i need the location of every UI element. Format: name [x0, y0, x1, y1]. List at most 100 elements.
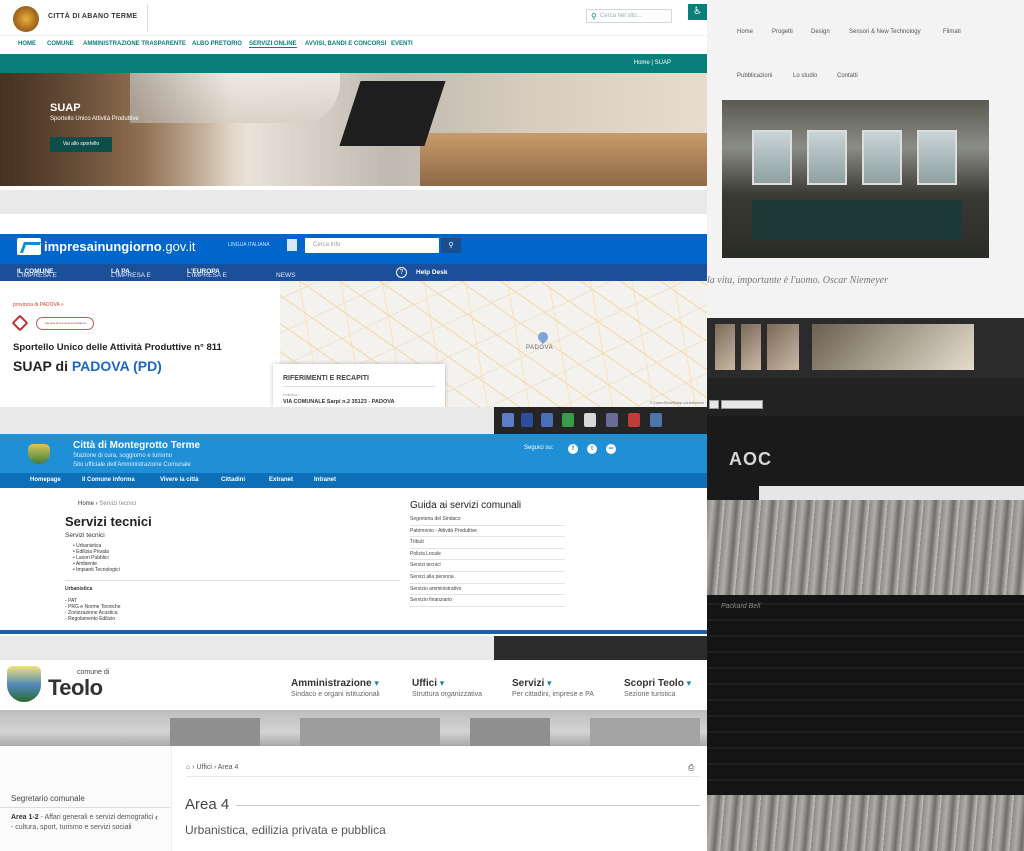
- guide-item[interactable]: Servizi tecnici: [410, 560, 565, 572]
- help-icon[interactable]: ?: [396, 267, 407, 278]
- list-item[interactable]: Impianti Tecnologici: [73, 567, 120, 573]
- services-list: Urbanistica Edilizia Privata Lavori Pubb…: [73, 543, 120, 573]
- language-selector[interactable]: LINGUA ITALIANA: [228, 242, 270, 248]
- guide-item[interactable]: Servizio amministrativo: [410, 584, 565, 596]
- panel-gap: [494, 636, 707, 660]
- menu-amministrazione[interactable]: Amministrazione ▾ Sindaco e organi istit…: [291, 678, 380, 698]
- help-desk-link[interactable]: Help Desk: [416, 269, 447, 276]
- search-input[interactable]: ⚲ Cerca nel sito...: [586, 9, 672, 23]
- suap-heading: Sportello Unico delle Attività Produttiv…: [13, 342, 222, 353]
- search-placeholder: Cerca info: [313, 242, 341, 248]
- divider: [147, 4, 148, 32]
- app-icon[interactable]: [502, 413, 514, 427]
- app-icon[interactable]: [541, 413, 553, 427]
- search-placeholder: Cerca nel sito...: [600, 13, 642, 19]
- panel-gap: [0, 190, 707, 214]
- nav-eventi[interactable]: EVENTI: [391, 41, 413, 47]
- app-icon[interactable]: [521, 413, 533, 427]
- search-icon: ⚲: [591, 12, 597, 21]
- app-icon[interactable]: [584, 413, 596, 427]
- home-icon[interactable]: ⌂: [186, 764, 190, 771]
- map-copyright[interactable]: © OpenStreetMap contributors: [650, 400, 704, 405]
- menu-scopri-teolo[interactable]: Scopri Teolo ▾ Sezione turistica: [624, 678, 691, 698]
- breadcrumb-bar: Home | SUAP: [0, 54, 707, 73]
- accessibility-icon[interactable]: ♿: [688, 4, 707, 20]
- chamber-logo: Camera di Commercio Padova: [36, 317, 94, 330]
- nav-home[interactable]: HOME: [18, 41, 36, 47]
- site-subtagline: Sito ufficiale dell'Amministrazione Comu…: [73, 462, 191, 468]
- nav-impresa-comune[interactable]: L'IMPRESA E IL COMUNE: [17, 268, 57, 279]
- panel-gap: [0, 636, 494, 660]
- bg-nav-item: Progetti: [772, 29, 793, 35]
- app-icon[interactable]: [628, 413, 640, 427]
- crest-icon[interactable]: [28, 444, 50, 464]
- guide-item[interactable]: Patrimonio - Attività Produttive: [410, 526, 565, 538]
- bg-thumbnails: [707, 318, 1024, 378]
- flickr-icon[interactable]: ••: [606, 444, 616, 454]
- crest-icon[interactable]: [13, 6, 39, 32]
- nav-intranet[interactable]: Intranet: [314, 477, 336, 483]
- sidebar-item-area-1-2[interactable]: Area 1-2 - Affari generali e servizi dem…: [11, 813, 156, 833]
- menu-uffici[interactable]: Uffici ▾ Struttura organizzativa: [412, 678, 482, 698]
- breadcrumb[interactable]: Home | SUAP: [634, 60, 671, 66]
- nav-vivere-citta[interactable]: Vivere la città: [160, 477, 199, 483]
- nav-extranet[interactable]: Extranet: [269, 477, 293, 483]
- app-icon[interactable]: [606, 413, 618, 427]
- nav-comune[interactable]: COMUNE: [47, 41, 74, 47]
- bg-quote: la vita, importante è l'uomo. Oscar Niem…: [707, 275, 888, 286]
- chevron-down-icon: ▾: [439, 678, 445, 688]
- contacts-card-title: RIFERIMENTI E RECAPITI: [283, 375, 369, 382]
- print-icon[interactable]: ⎙: [688, 763, 694, 773]
- nav-servizi-online[interactable]: SERVIZI ONLINE: [249, 41, 297, 48]
- app-icon[interactable]: [650, 413, 662, 427]
- menu-servizi[interactable]: Servizi ▾ Per cittadini, imprese e PA: [512, 678, 594, 698]
- bg-nav-item: Pubblicazioni: [737, 73, 773, 79]
- nav-impresa-pa[interactable]: L'IMPRESA E LA PA: [111, 268, 151, 279]
- province-link[interactable]: provincia di PADOVA »: [13, 302, 64, 308]
- breadcrumb-uffici[interactable]: Uffici: [196, 764, 211, 771]
- page-title: Area 4: [185, 796, 230, 813]
- search-button[interactable]: ⚲: [441, 238, 461, 253]
- facebook-icon[interactable]: f: [568, 444, 578, 454]
- nav-comune-informa[interactable]: Il Comune informa: [82, 477, 135, 483]
- list-item[interactable]: Regolamento Edilizio: [65, 616, 121, 622]
- suap-city-heading: SUAP di PADOVA (PD): [13, 358, 162, 374]
- nav-cittadini[interactable]: Cittadini: [221, 477, 245, 483]
- search-input[interactable]: Cerca info: [305, 238, 439, 253]
- chevron-down-icon: ▾: [547, 678, 552, 688]
- bg-pool-photo: [722, 100, 989, 258]
- crest-icon[interactable]: [7, 666, 41, 702]
- guide-item[interactable]: Polizia Locale: [410, 549, 565, 561]
- impresa-logo[interactable]: impresainungiorno.gov.it: [44, 239, 195, 254]
- teolo-header: comune di Teolo Amministrazione ▾ Sindac…: [0, 660, 707, 710]
- guide-item[interactable]: Tributi: [410, 537, 565, 549]
- app-icon[interactable]: [562, 413, 574, 427]
- document-icon[interactable]: [287, 239, 297, 251]
- guide-item[interactable]: Servizio finanziario: [410, 595, 565, 607]
- go-to-desk-button[interactable]: Vai allo sportello: [50, 137, 112, 152]
- guide-item[interactable]: Segreteria del Sindaco: [410, 514, 565, 526]
- nav-amministrazione-trasparente[interactable]: AMMINISTRAZIONE TRASPARENTE: [83, 41, 186, 47]
- hero-title: SUAP: [50, 102, 81, 114]
- city-name[interactable]: CITTÀ DI ABANO TERME: [48, 13, 137, 20]
- guide-item[interactable]: Servizi alla persona: [410, 572, 565, 584]
- breadcrumb-home[interactable]: Home: [78, 501, 94, 507]
- nav-homepage[interactable]: Homepage: [30, 477, 61, 483]
- bg-cookie-bar: [707, 378, 1024, 416]
- impresa-nav: L'IMPRESA E IL COMUNE L'IMPRESA E LA PA …: [0, 264, 707, 281]
- sidebar-item-segretario[interactable]: Segretario comunale: [11, 794, 85, 803]
- map-pin-icon: [535, 329, 551, 345]
- twitter-icon[interactable]: t: [587, 444, 597, 454]
- breadcrumb-current: Servizi tecnici: [99, 501, 137, 507]
- impresa-logo-icon[interactable]: [17, 238, 41, 255]
- nav-impresa-europa[interactable]: L'IMPRESA E L'EUROPA: [187, 268, 227, 279]
- bg-nav-item: Home: [737, 29, 754, 35]
- chevron-left-icon[interactable]: ‹: [155, 812, 158, 822]
- site-title[interactable]: Città di Montegrotto Terme: [73, 440, 200, 451]
- nav-avvisi-bandi[interactable]: AVVISI, BANDI E CONCORSI: [305, 41, 386, 47]
- header-banner-image: [0, 710, 707, 746]
- nav-albo-pretorio[interactable]: ALBO PRETORIO: [192, 41, 242, 47]
- montegrotto-panel: Città di Montegrotto Terme Stazione di c…: [0, 434, 707, 636]
- site-logo-text[interactable]: Teolo: [48, 675, 103, 701]
- chevron-down-icon: ▾: [686, 678, 692, 688]
